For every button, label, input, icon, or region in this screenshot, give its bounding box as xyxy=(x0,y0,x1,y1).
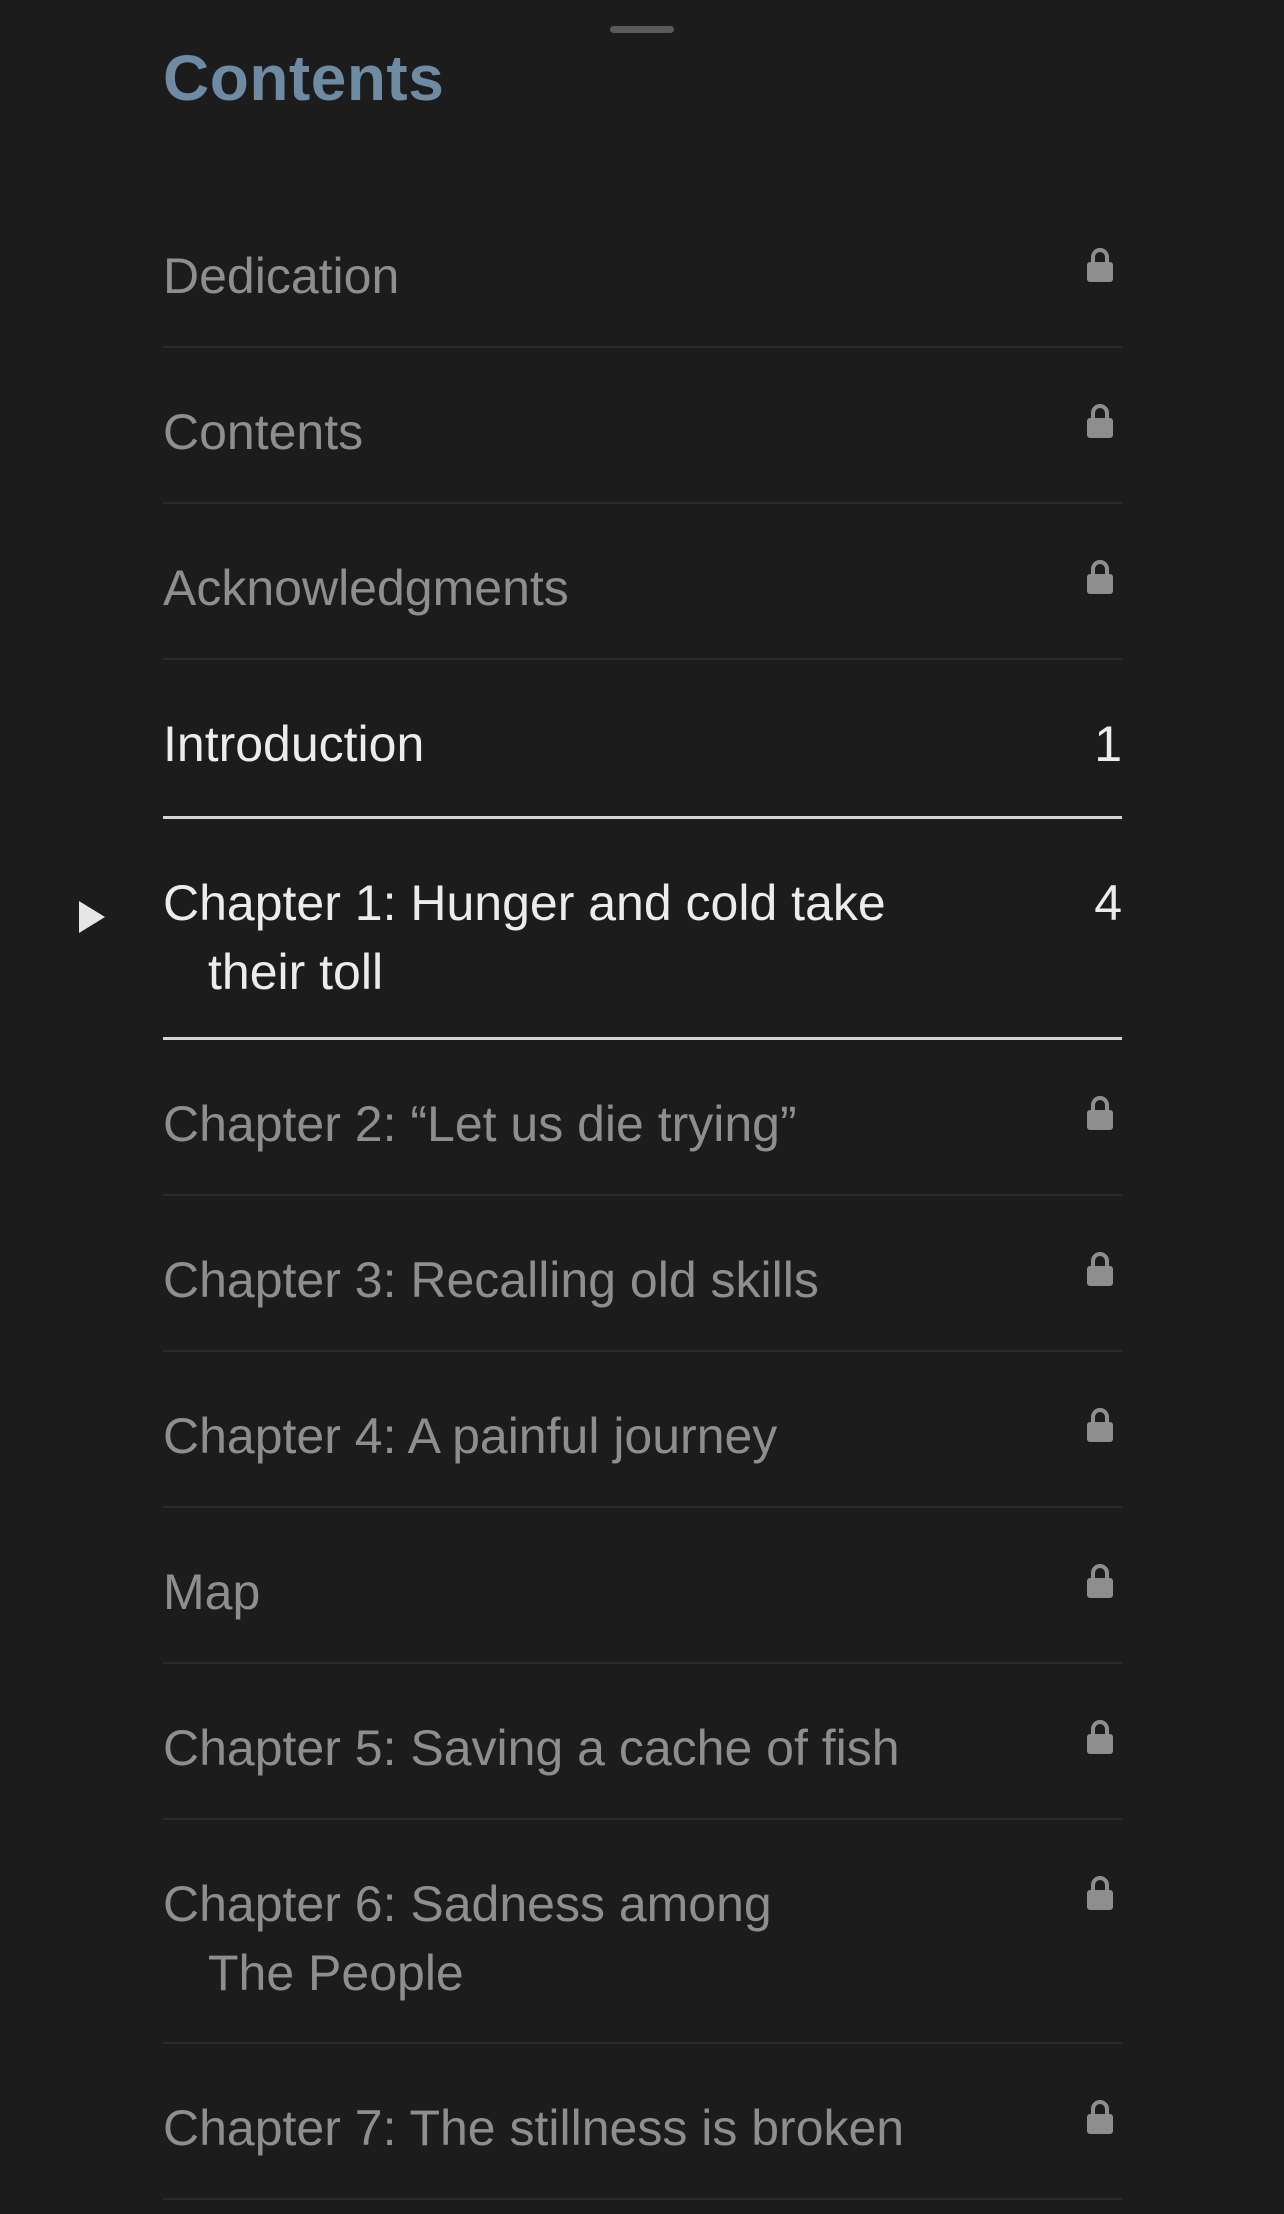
toc-item-title-line1: Acknowledgments xyxy=(163,560,569,616)
toc-item-page-number: 1 xyxy=(1094,716,1122,772)
contents-sheet: Contents Dedication Contents Acknowledgmen… xyxy=(0,0,1284,2214)
lock-icon xyxy=(1087,1096,1113,1130)
toc-item-title: Introduction xyxy=(163,710,963,779)
toc-item[interactable]: Acknowledgments xyxy=(163,504,1122,660)
toc-item[interactable]: Chapter 3: Recalling old skills xyxy=(163,1196,1122,1352)
toc-item-title: Chapter 2: “Let us die trying” xyxy=(163,1090,963,1159)
toc-item-title-line2: their toll xyxy=(208,944,384,1000)
toc-item[interactable]: Chapter 1: Hunger and cold take their tol… xyxy=(79,816,1122,1040)
toc-item[interactable]: Introduction 1 xyxy=(163,660,1122,816)
toc-item-title: Chapter 1: Hunger and cold take their tol… xyxy=(163,869,963,1007)
toc-item-page-number: 4 xyxy=(1094,875,1122,931)
lock-icon xyxy=(1087,1564,1113,1598)
toc-list: Dedication Contents Acknowledgments Introdu… xyxy=(79,192,1122,2200)
toc-item[interactable]: Chapter 4: A painful journey xyxy=(163,1352,1122,1508)
lock-icon xyxy=(1087,1876,1113,1910)
toc-item-title: Contents xyxy=(163,398,963,467)
lock-icon xyxy=(1087,1252,1113,1286)
play-triangle-icon xyxy=(79,901,105,933)
toc-item-title: Dedication xyxy=(163,242,963,311)
toc-item-title-line1: Chapter 4: A painful journey xyxy=(163,1408,778,1464)
toc-item-title-line1: Map xyxy=(163,1564,261,1620)
toc-item[interactable]: Contents xyxy=(163,348,1122,504)
toc-item[interactable]: Chapter 2: “Let us die trying” xyxy=(163,1040,1122,1196)
lock-icon xyxy=(1087,1408,1113,1442)
toc-item-title: Acknowledgments xyxy=(163,554,963,623)
toc-item[interactable]: Chapter 7: The stillness is broken xyxy=(163,2044,1122,2200)
toc-item-title: Chapter 4: A painful journey xyxy=(163,1402,963,1471)
toc-item-title-line2: The People xyxy=(208,1945,464,2001)
toc-item-title-line1: Chapter 3: Recalling old skills xyxy=(163,1252,819,1308)
toc-item-title-line1: Chapter 2: “Let us die trying” xyxy=(163,1096,797,1152)
toc-item-title-line1: Introduction xyxy=(163,716,425,772)
lock-icon xyxy=(1087,404,1113,438)
toc-item[interactable]: Dedication xyxy=(163,192,1122,348)
toc-item-title: Chapter 6: Sadness among The People xyxy=(163,1870,963,2008)
toc-item-title: Chapter 5: Saving a cache of fish xyxy=(163,1714,963,1783)
toc-item-title: Map xyxy=(163,1558,963,1627)
toc-item[interactable]: Map xyxy=(163,1508,1122,1664)
toc-item-title-line1: Dedication xyxy=(163,248,400,304)
toc-item[interactable]: Chapter 5: Saving a cache of fish xyxy=(163,1664,1122,1820)
lock-icon xyxy=(1087,2100,1113,2134)
toc-item-title-line1: Chapter 6: Sadness among xyxy=(163,1876,772,1932)
lock-icon xyxy=(1087,560,1113,594)
toc-item-title-line1: Contents xyxy=(163,404,364,460)
lock-icon xyxy=(1087,248,1113,282)
toc-item-title: Chapter 3: Recalling old skills xyxy=(163,1246,963,1315)
page-title: Contents xyxy=(163,42,445,114)
toc-item-title: Chapter 7: The stillness is broken xyxy=(163,2094,963,2163)
toc-item-title-line1: Chapter 1: Hunger and cold take xyxy=(163,875,886,931)
toc-item-title-line1: Chapter 5: Saving a cache of fish xyxy=(163,1720,900,1776)
toc-item[interactable]: Chapter 6: Sadness among The People xyxy=(163,1820,1122,2044)
lock-icon xyxy=(1087,1720,1113,1754)
sheet-grabber-handle[interactable] xyxy=(610,26,674,33)
toc-item-title-line1: Chapter 7: The stillness is broken xyxy=(163,2100,905,2156)
